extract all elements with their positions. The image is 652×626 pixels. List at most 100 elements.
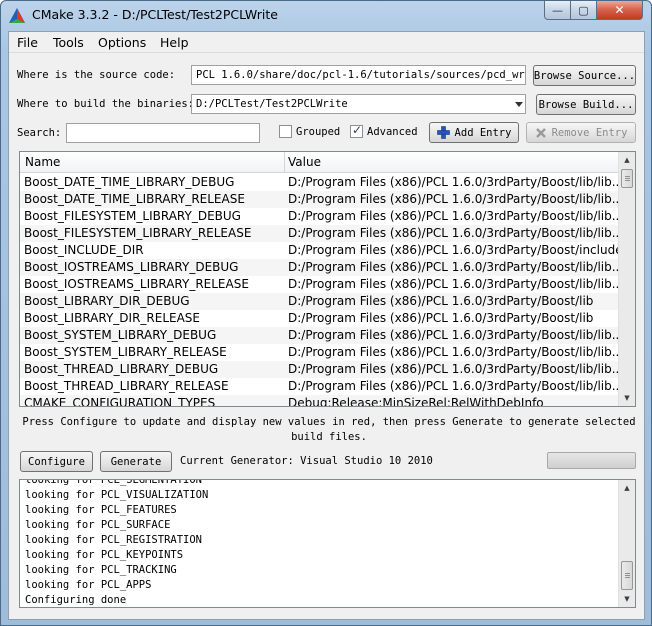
close-button[interactable]: ✕ [596,1,643,20]
table-row[interactable]: Boost_IOSTREAMS_LIBRARY_RELEASE D:/Progra… [20,276,620,293]
minimize-button[interactable]: — [544,1,571,20]
cache-entry-name[interactable]: Boost_DATE_TIME_LIBRARY_DEBUG [24,175,282,189]
table-row[interactable]: Boost_LIBRARY_DIR_RELEASE D:/Program File… [20,310,620,327]
scroll-down-icon[interactable]: ▼ [619,591,635,607]
browse-build-button[interactable]: Browse Build... [536,94,636,115]
cache-entry-value[interactable]: D:/Program Files (x86)/PCL 1.6.0/3rdPart… [288,345,618,359]
menu-options[interactable]: Options [98,35,146,50]
table-row[interactable]: CMAKE_CONFIGURATION_TYPES Debug;Release;M… [20,395,620,406]
cache-entry-name[interactable]: Boost_FILESYSTEM_LIBRARY_RELEASE [24,226,282,240]
log-line: looking for PCL_TRACKING [25,564,177,576]
cache-entry-value[interactable]: D:/Program Files (x86)/PCL 1.6.0/3rdPart… [288,260,618,274]
client-area: File Tools Options Help Where is the sou… [8,31,645,620]
menu-tools[interactable]: Tools [53,35,84,50]
table-row[interactable]: Boost_IOSTREAMS_LIBRARY_DEBUG D:/Program … [20,259,620,276]
scrollbar-thumb[interactable] [621,561,633,590]
cache-entry-value[interactable]: D:/Program Files (x86)/PCL 1.6.0/3rdPart… [288,328,618,342]
cache-entry-name[interactable]: Boost_LIBRARY_DIR_RELEASE [24,311,282,325]
cache-entry-value[interactable]: D:/Program Files (x86)/PCL 1.6.0/3rdPart… [288,192,618,206]
log-line: looking for PCL_SEGMENTATION [25,479,203,486]
progress-bar [547,452,636,469]
chevron-down-icon[interactable] [515,102,523,107]
log-scrollbar[interactable]: ▲ ▼ [618,480,635,607]
menu-help[interactable]: Help [160,35,189,50]
cache-entry-value[interactable]: D:/Program Files (x86)/PCL 1.6.0/3rdPart… [288,362,618,376]
cache-entry-name[interactable]: Boost_SYSTEM_LIBRARY_DEBUG [24,328,282,342]
maximize-button[interactable]: ▢ [570,1,597,20]
cache-entry-name[interactable]: Boost_DATE_TIME_LIBRARY_RELEASE [24,192,282,206]
remove-icon [535,127,546,138]
table-row[interactable]: Boost_DATE_TIME_LIBRARY_RELEASE D:/Progra… [20,191,620,208]
cache-entry-value[interactable]: D:/Program Files (x86)/PCL 1.6.0/3rdPart… [288,294,618,308]
grouped-label: Grouped [296,126,341,138]
build-path-combo[interactable]: D:/PCLTest/Test2PCLWrite [191,94,526,114]
scroll-up-icon[interactable]: ▲ [619,152,635,168]
table-row[interactable]: Boost_DATE_TIME_LIBRARY_DEBUG D:/Program … [20,174,620,191]
table-row[interactable]: Boost_THREAD_LIBRARY_RELEASE D:/Program F… [20,378,620,395]
scrollbar-thumb[interactable] [621,169,633,188]
source-label: Where is the source code: [17,69,176,81]
current-generator: Current Generator: Visual Studio 10 2010 [180,455,433,467]
table-body: Boost_DATE_TIME_LIBRARY_DEBUG D:/Program … [20,174,620,406]
cache-entry-name[interactable]: Boost_THREAD_LIBRARY_DEBUG [24,362,282,376]
cache-entry-name[interactable]: Boost_IOSTREAMS_LIBRARY_DEBUG [24,260,282,274]
log-line: looking for PCL_VISUALIZATION [25,489,209,501]
cache-entry-value[interactable]: D:/Program Files (x86)/PCL 1.6.0/3rdPart… [288,379,618,393]
cache-entry-name[interactable]: CMAKE_CONFIGURATION_TYPES [24,396,282,406]
cache-entry-value[interactable]: D:/Program Files (x86)/PCL 1.6.0/3rdPart… [288,226,618,240]
grouped-checkbox[interactable] [279,125,292,138]
table-row[interactable]: Boost_FILESYSTEM_LIBRARY_RELEASE D:/Progr… [20,225,620,242]
menu-file[interactable]: File [17,35,38,50]
scroll-up-icon[interactable]: ▲ [619,480,635,496]
source-path-input[interactable]: PCL 1.6.0/share/doc/pcl-1.6/tutorials/so… [191,65,526,85]
table-row[interactable]: Boost_INCLUDE_DIR D:/Program Files (x86)/… [20,242,620,259]
cmake-window: CMake 3.3.2 - D:/PCLTest/Test2PCLWrite —… [0,0,652,626]
search-input[interactable] [66,123,260,143]
scroll-down-icon[interactable]: ▼ [619,390,635,406]
cache-entry-name[interactable]: Boost_INCLUDE_DIR [24,243,282,257]
build-label: Where to build the binaries: [17,98,195,110]
cmake-logo-icon [9,8,25,23]
log-lines: looking for PCL_SEGMENTATIONlooking for … [25,479,209,607]
log-line: looking for PCL_SURFACE [25,519,171,531]
cache-entry-value[interactable]: D:/Program Files (x86)/PCL 1.6.0/3rdPart… [288,311,618,325]
cache-entry-value[interactable]: D:/Program Files (x86)/PCL 1.6.0/3rdPart… [288,243,618,257]
log-line: Configuring done [25,594,127,606]
table-row[interactable]: Boost_THREAD_LIBRARY_DEBUG D:/Program Fil… [20,361,620,378]
cache-entry-value[interactable]: D:/Program Files (x86)/PCL 1.6.0/3rdPart… [288,175,618,189]
table-header: Name Value [20,152,620,173]
cache-table: Name Value Boost_DATE_TIME_LIBRARY_DEBUG… [19,151,636,407]
configure-hint: Press Configure to update and display ne… [22,416,636,443]
cache-entry-name[interactable]: Boost_SYSTEM_LIBRARY_RELEASE [24,345,282,359]
cache-entry-name[interactable]: Boost_THREAD_LIBRARY_RELEASE [24,379,282,393]
log-line: looking for PCL_APPS [25,579,152,591]
browse-source-button[interactable]: Browse Source... [533,65,636,86]
cache-entry-value[interactable]: D:/Program Files (x86)/PCL 1.6.0/3rdPart… [288,277,618,291]
add-entry-button[interactable]: Add Entry [429,122,519,143]
column-header-name[interactable]: Name [25,155,60,169]
title-bar[interactable]: CMake 3.3.2 - D:/PCLTest/Test2PCLWrite —… [1,1,651,31]
window-title: CMake 3.3.2 - D:/PCLTest/Test2PCLWrite [32,7,278,22]
table-scrollbar[interactable]: ▲ ▼ [618,152,635,406]
output-log[interactable]: looking for PCL_SEGMENTATIONlooking for … [19,479,636,608]
generate-button[interactable]: Generate [100,451,172,472]
remove-entry-label: Remove Entry [551,126,628,139]
menu-bar: File Tools Options Help [9,32,644,53]
log-line: looking for PCL_FEATURES [25,504,177,516]
remove-entry-button[interactable]: Remove Entry [526,122,636,143]
table-row[interactable]: Boost_SYSTEM_LIBRARY_DEBUG D:/Program Fil… [20,327,620,344]
cache-entry-name[interactable]: Boost_LIBRARY_DIR_DEBUG [24,294,282,308]
log-line: looking for PCL_KEYPOINTS [25,549,184,561]
table-row[interactable]: Boost_LIBRARY_DIR_DEBUG D:/Program Files … [20,293,620,310]
advanced-label: Advanced [367,126,418,138]
table-row[interactable]: Boost_SYSTEM_LIBRARY_RELEASE D:/Program F… [20,344,620,361]
column-divider[interactable] [284,152,285,173]
table-row[interactable]: Boost_FILESYSTEM_LIBRARY_DEBUG D:/Program… [20,208,620,225]
advanced-checkbox[interactable] [350,123,363,138]
column-header-value[interactable]: Value [288,155,321,169]
cache-entry-value[interactable]: Debug;Release;MinSizeRel;RelWithDebInfo [288,396,618,406]
cache-entry-value[interactable]: D:/Program Files (x86)/PCL 1.6.0/3rdPart… [288,209,618,223]
cache-entry-name[interactable]: Boost_FILESYSTEM_LIBRARY_DEBUG [24,209,282,223]
configure-button[interactable]: Configure [20,451,93,472]
cache-entry-name[interactable]: Boost_IOSTREAMS_LIBRARY_RELEASE [24,277,282,291]
